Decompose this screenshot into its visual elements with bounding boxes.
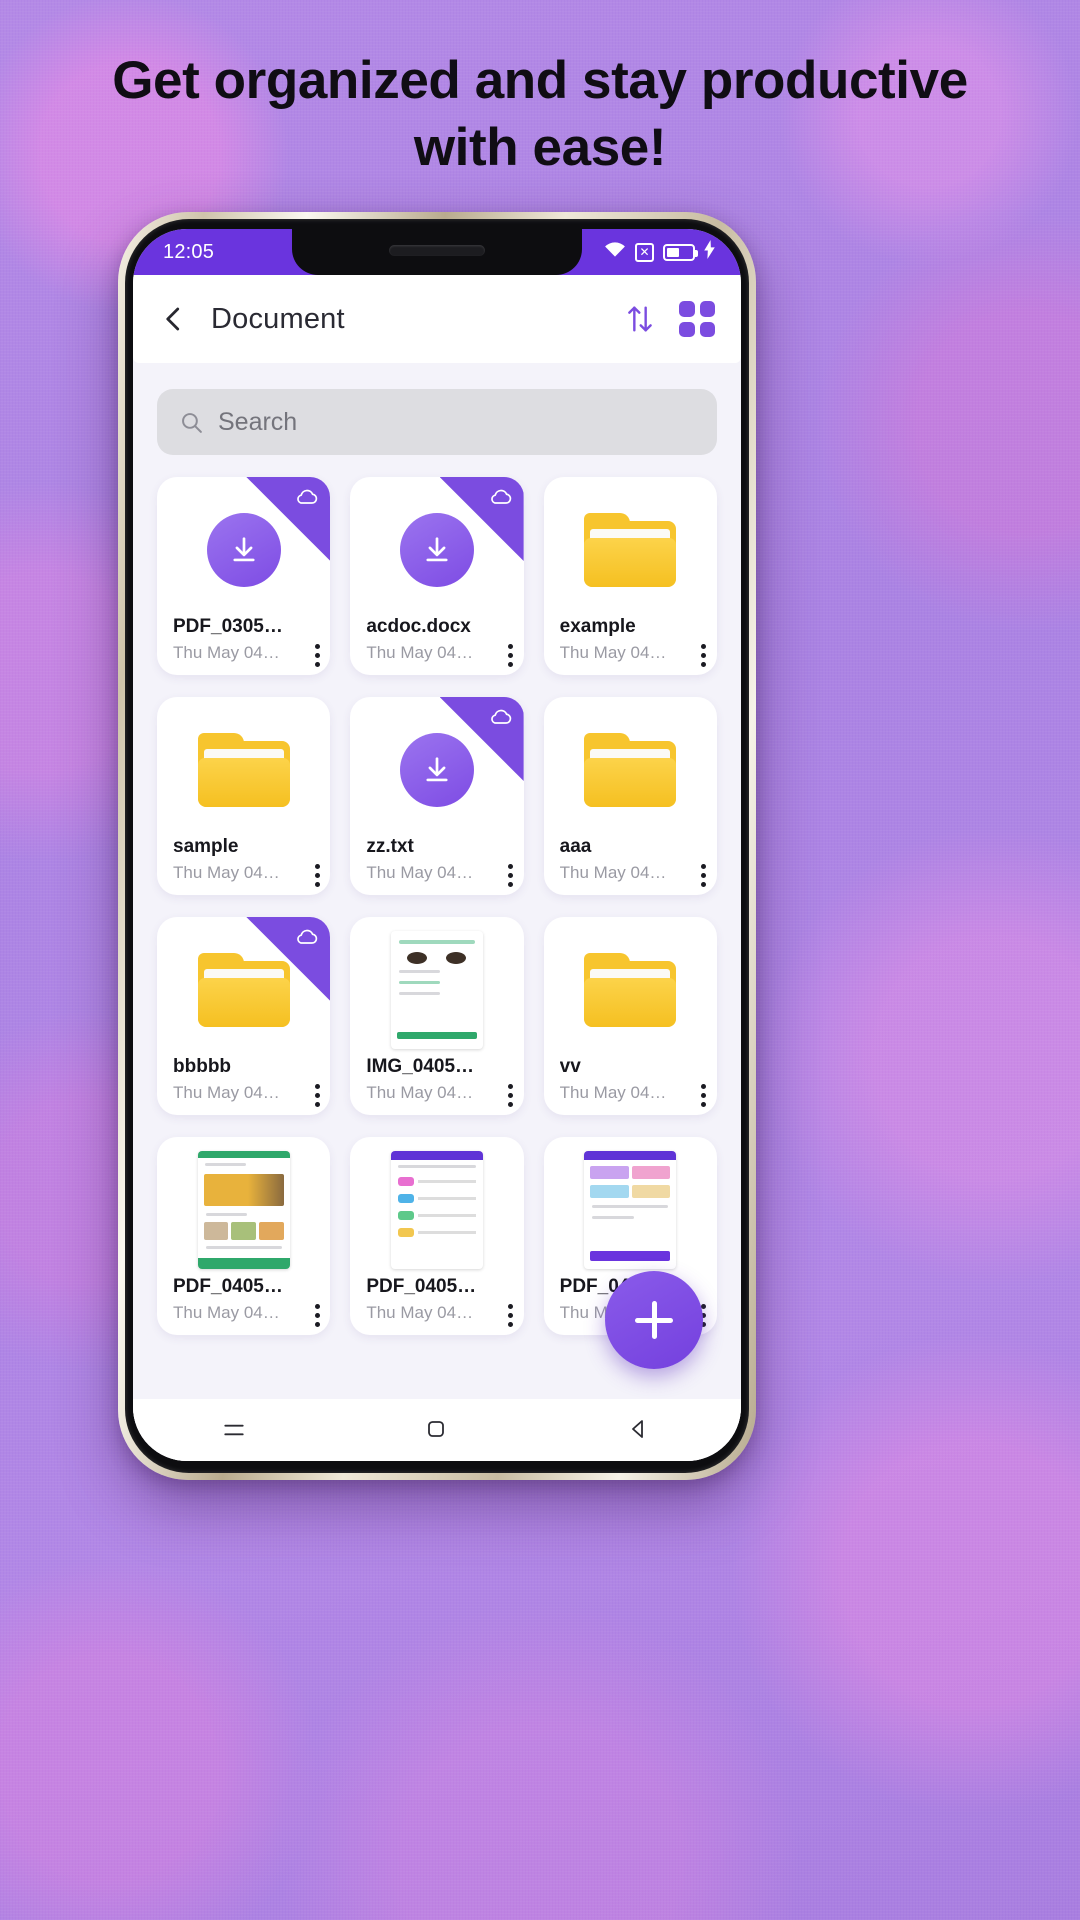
file-date: Thu May 04… [366,642,474,662]
file-card[interactable]: acdoc.docx Thu May 04… [350,477,524,675]
file-overflow-menu-icon[interactable] [314,644,320,667]
file-date: Thu May 04… [173,1302,280,1322]
file-name: example [559,615,636,637]
file-card[interactable]: sample Thu May 04… [157,697,331,895]
file-overflow-menu-icon[interactable] [314,1084,320,1107]
file-overflow-menu-icon[interactable] [314,1304,320,1327]
status-time: 12:05 [163,240,215,263]
sort-arrows-icon[interactable] [623,302,657,336]
file-name: bbbbb [173,1055,232,1077]
android-nav-bar [133,1399,741,1461]
file-card[interactable]: IMG_0405… Thu May 04… [350,917,524,1115]
file-name: vv [559,1055,581,1077]
file-overflow-menu-icon[interactable] [508,1084,514,1107]
file-card[interactable]: aaa Thu May 04… [543,697,717,895]
download-icon [206,512,281,587]
document-thumbnail [584,1150,677,1269]
folder-icon [197,732,290,807]
file-overflow-menu-icon[interactable] [508,864,514,887]
file-date: Thu May 04… [366,1082,474,1102]
file-name: PDF_0405… [173,1275,283,1297]
folder-icon [584,952,677,1027]
file-date: Thu May 04… [559,642,667,662]
file-card[interactable]: PDF_0405… Thu May 04… [157,1137,331,1335]
folder-icon [584,732,677,807]
search-icon [179,410,204,435]
file-thumbnail [544,477,717,615]
file-name: IMG_0405… [366,1055,475,1077]
file-overflow-menu-icon[interactable] [701,644,707,667]
phone-mockup: 12:05 ✕ Document Search PDF_0305… Thu Ma… [118,212,756,1480]
no-sim-icon: ✕ [635,242,654,262]
file-date: Thu May 04… [366,1302,474,1322]
file-name: PDF_0305… [173,615,283,637]
document-thumbnail [390,930,483,1049]
file-card[interactable]: vv Thu May 04… [543,917,717,1115]
back-triangle-icon[interactable] [627,1417,653,1443]
phone-screen: 12:05 ✕ Document Search PDF_0305… Thu Ma… [133,229,741,1461]
grid-view-icon[interactable] [679,301,715,337]
file-thumbnail [544,917,717,1055]
page-headline: Get organized and stay productive with e… [112,51,968,177]
charging-bolt-icon [704,239,715,265]
search-bar[interactable]: Search [157,389,717,455]
folder-icon [197,952,290,1027]
battery-icon [663,243,698,261]
file-card[interactable]: PDF_0405… Thu May 04… [350,1137,524,1335]
file-card[interactable]: PDF_0305… Thu May 04… [157,477,331,675]
add-button[interactable] [605,1271,703,1369]
download-icon [399,732,474,807]
document-thumbnail [197,1150,290,1269]
download-icon [399,512,474,587]
file-overflow-menu-icon[interactable] [508,1304,514,1327]
wifi-icon [604,240,626,264]
file-thumbnail [544,697,717,835]
home-square-icon[interactable] [424,1417,450,1443]
file-name: PDF_0405… [366,1275,477,1297]
file-thumbnail [350,917,523,1055]
menu-icon[interactable] [221,1417,247,1443]
document-thumbnail [390,1150,483,1269]
file-date: Thu May 04… [559,1082,667,1102]
file-grid: PDF_0305… Thu May 04… acdoc.docx Thu May 04… [133,465,741,1365]
app-header: Document [133,275,741,363]
earpiece-speaker [389,245,485,256]
file-name: sample [173,835,239,857]
file-thumbnail [544,1137,717,1275]
chevron-left-icon[interactable] [159,304,189,334]
file-thumbnail [157,1137,330,1275]
page-title: Document [211,302,345,335]
file-thumbnail [350,1137,523,1275]
file-card[interactable]: example Thu May 04… [543,477,717,675]
file-card[interactable]: zz.txt Thu May 04… [350,697,524,895]
file-name: acdoc.docx [366,615,471,637]
file-date: Thu May 04… [559,862,667,882]
file-overflow-menu-icon[interactable] [508,644,514,667]
file-name: zz.txt [366,835,414,857]
file-overflow-menu-icon[interactable] [314,864,320,887]
file-card[interactable]: bbbbb Thu May 04… [157,917,331,1115]
phone-notch [292,229,582,275]
search-placeholder: Search [218,407,298,436]
file-date: Thu May 04… [366,862,474,882]
file-thumbnail [157,697,330,835]
file-overflow-menu-icon[interactable] [701,864,707,887]
file-date: Thu May 04… [173,1082,280,1102]
file-date: Thu May 04… [173,642,280,662]
folder-icon [584,512,677,587]
file-browser: Search PDF_0305… Thu May 04… acdoc.docx Thu… [133,363,741,1461]
file-date: Thu May 04… [173,862,280,882]
file-overflow-menu-icon[interactable] [701,1084,707,1107]
file-name: aaa [559,835,592,857]
